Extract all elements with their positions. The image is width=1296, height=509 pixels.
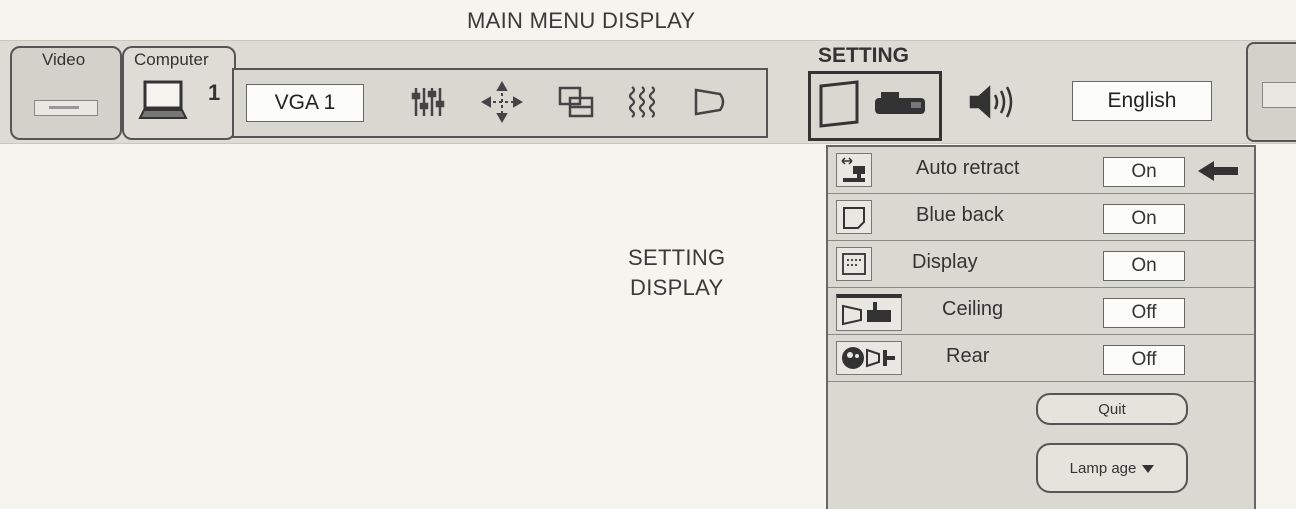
chevron-down-icon bbox=[1142, 460, 1155, 477]
setting-row-rear[interactable]: Rear Off bbox=[828, 335, 1254, 382]
setting-row-ceiling[interactable]: Ceiling Off bbox=[828, 288, 1254, 335]
setting-display-caption: SETTING DISPLAY bbox=[628, 243, 725, 303]
display-value[interactable]: On bbox=[1103, 251, 1185, 281]
setting-row-auto-retract[interactable]: Auto retract On bbox=[828, 147, 1254, 194]
screen-icon[interactable] bbox=[688, 80, 732, 124]
computer-tab-label: Computer bbox=[134, 50, 209, 69]
arrow-left-icon bbox=[1196, 159, 1240, 188]
display-icon bbox=[836, 247, 872, 281]
setting-display-caption-line1: SETTING bbox=[628, 245, 726, 270]
main-menu-caption: MAIN MENU DISPLAY bbox=[467, 8, 696, 33]
projector-icon bbox=[871, 88, 931, 127]
video-tab-label: Video bbox=[42, 50, 86, 69]
sound-icon[interactable] bbox=[966, 82, 1022, 122]
video-tab[interactable]: Video bbox=[10, 46, 122, 140]
image-select-icon[interactable] bbox=[622, 80, 666, 124]
setting-screen-icon bbox=[817, 80, 863, 135]
lamp-age-button[interactable]: Lamp age bbox=[1036, 443, 1188, 493]
language-label: English bbox=[1107, 89, 1177, 112]
blue-back-icon bbox=[836, 200, 872, 234]
video-icon bbox=[34, 100, 98, 116]
ceiling-value[interactable]: Off bbox=[1103, 298, 1185, 328]
input-source-box[interactable]: VGA 1 bbox=[246, 84, 364, 122]
auto-retract-label: Auto retract bbox=[916, 157, 1020, 179]
setting-row-blue-back[interactable]: Blue back On bbox=[828, 194, 1254, 241]
auto-retract-icon bbox=[836, 153, 872, 187]
ceiling-icon bbox=[836, 294, 902, 331]
computer-number: 1 bbox=[208, 80, 221, 105]
auto-retract-value[interactable]: On bbox=[1103, 157, 1185, 187]
quit-label: Quit bbox=[1098, 400, 1126, 418]
laptop-icon bbox=[138, 78, 188, 127]
blue-back-label: Blue back bbox=[916, 204, 1004, 226]
setting-label: SETTING bbox=[818, 44, 910, 67]
next-tab-edge[interactable] bbox=[1246, 42, 1296, 142]
pc-adjust-icon[interactable] bbox=[554, 80, 598, 124]
display-label: Display bbox=[912, 251, 978, 273]
setting-display-caption-line2: DISPLAY bbox=[630, 275, 724, 300]
setting-row-display[interactable]: Display On bbox=[828, 241, 1254, 288]
lamp-age-label: Lamp age bbox=[1069, 459, 1137, 477]
ceiling-label: Ceiling bbox=[942, 298, 1004, 320]
input-source-label: VGA 1 bbox=[274, 91, 336, 114]
quit-button[interactable]: Quit bbox=[1036, 393, 1188, 425]
rear-value[interactable]: Off bbox=[1103, 345, 1185, 375]
rear-icon bbox=[836, 341, 902, 375]
position-icon[interactable] bbox=[480, 80, 524, 124]
blue-back-value[interactable]: On bbox=[1103, 204, 1185, 234]
image-adjust-icon[interactable] bbox=[406, 80, 450, 124]
language-box[interactable]: English bbox=[1072, 81, 1212, 121]
setting-menu-box[interactable] bbox=[808, 71, 942, 141]
computer-tab[interactable]: Computer 1 bbox=[122, 46, 236, 140]
setting-panel: Auto retract On Blue back On Display On bbox=[826, 145, 1256, 509]
rear-label: Rear bbox=[946, 345, 990, 367]
